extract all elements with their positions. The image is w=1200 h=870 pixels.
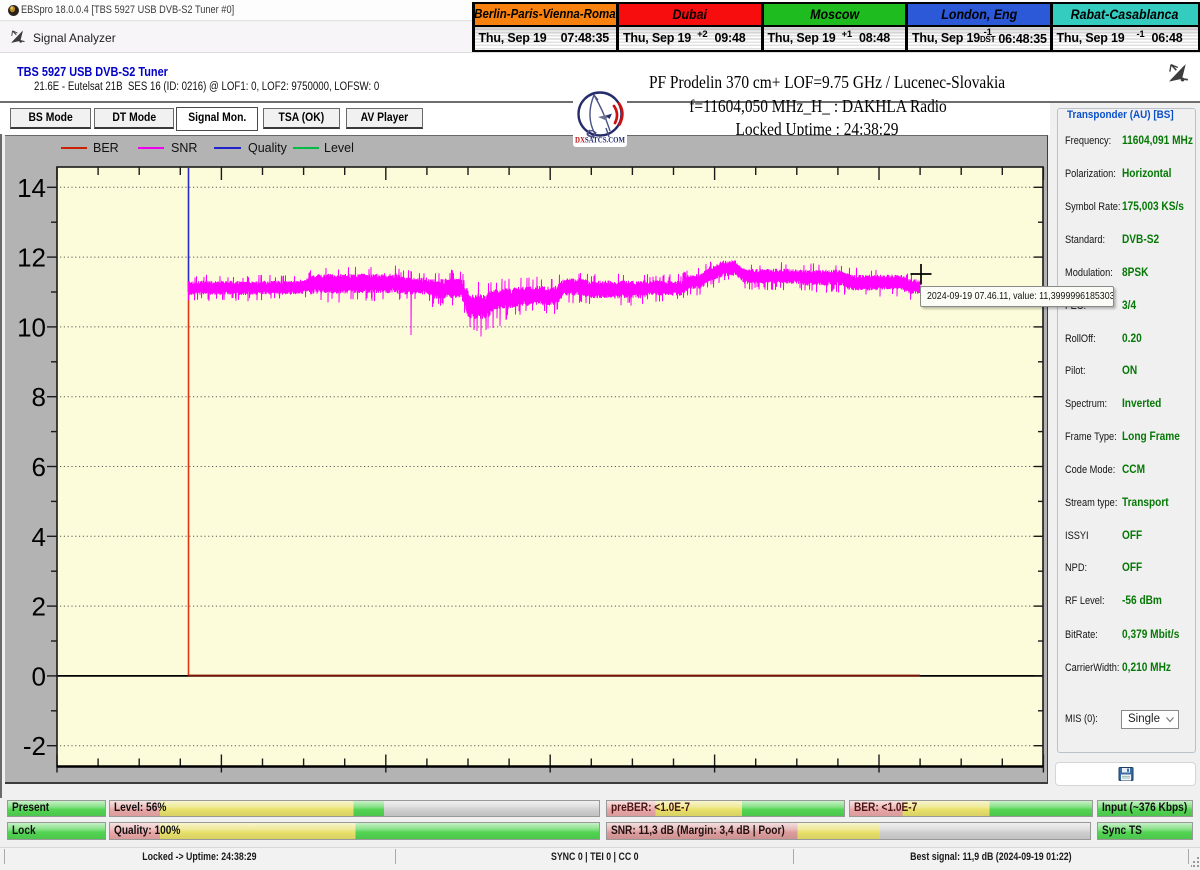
svg-text:4: 4 bbox=[32, 522, 46, 552]
svg-text:8: 8 bbox=[32, 382, 46, 412]
svg-text:6: 6 bbox=[32, 452, 46, 482]
svg-text:-2: -2 bbox=[23, 731, 46, 761]
svg-text:12: 12 bbox=[17, 243, 46, 273]
svg-text:2: 2 bbox=[32, 592, 46, 622]
svg-text:14: 14 bbox=[17, 173, 46, 203]
svg-text:10: 10 bbox=[17, 312, 46, 342]
svg-text:0: 0 bbox=[32, 661, 46, 691]
svg-text:DXSATCS.COM: DXSATCS.COM bbox=[575, 135, 625, 145]
